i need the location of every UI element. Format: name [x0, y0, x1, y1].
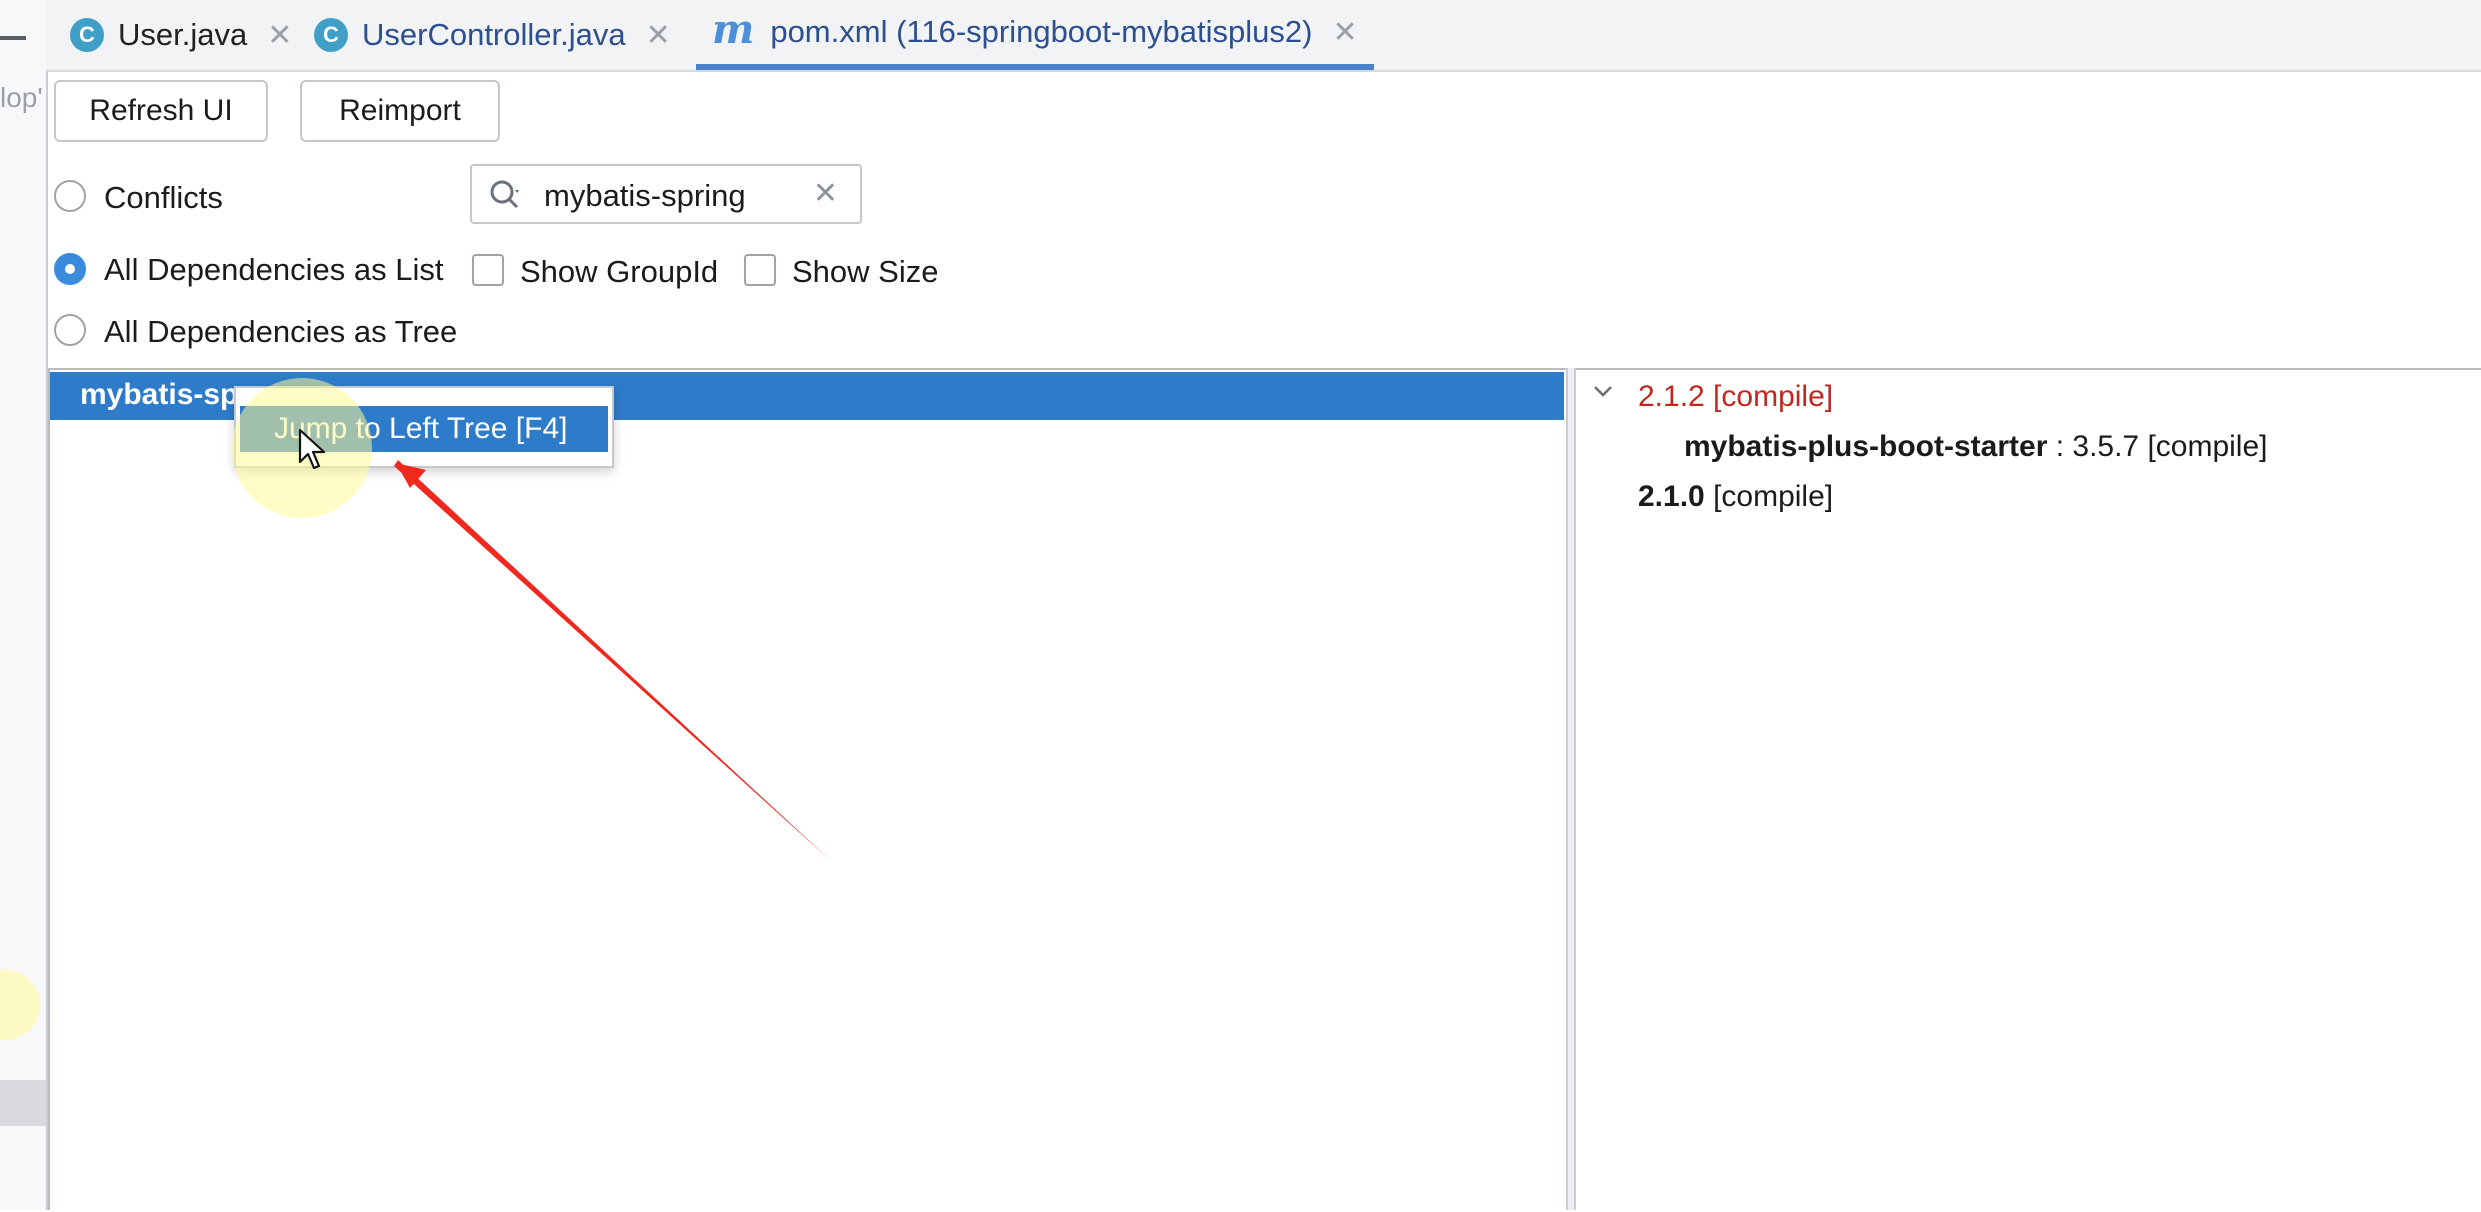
resolved-version-node[interactable]: 2.1.0 [compile]	[1638, 480, 1833, 514]
cursor-highlight	[0, 970, 40, 1040]
close-icon[interactable]: ✕	[1332, 15, 1357, 50]
parent-dependency-version: : 3.5.7 [compile]	[2047, 430, 2268, 463]
parent-dependency-name: mybatis-plus-boot-starter	[1684, 430, 2048, 463]
all-dependencies-list-radio[interactable]	[54, 253, 86, 285]
left-gutter: lop'	[0, 0, 48, 1210]
reimport-button[interactable]: Reimport	[300, 80, 500, 142]
editor-tab-bar: C User.java ✕ C UserController.java ✕ m …	[46, 0, 2481, 72]
mouse-cursor-icon	[298, 428, 326, 470]
clear-search-icon[interactable]: ✕	[813, 176, 838, 211]
gutter-cut-text: lop'	[0, 82, 43, 113]
minimize-icon[interactable]	[0, 36, 26, 40]
search-input[interactable]: mybatis-spring ✕	[470, 164, 862, 224]
close-icon[interactable]: ✕	[646, 18, 671, 53]
show-groupid-checkbox[interactable]	[472, 254, 504, 286]
close-icon[interactable]: ✕	[267, 18, 292, 53]
tab-pom-xml[interactable]: m pom.xml (116-springboot-mybatisplus2) …	[696, 0, 1374, 70]
search-icon	[490, 180, 519, 209]
panel-splitter[interactable]	[1566, 368, 1576, 1210]
dependency-name: mybatis-sp	[80, 378, 239, 411]
java-class-icon: C	[314, 18, 348, 52]
tab-user-java[interactable]: C User.java ✕	[70, 0, 292, 70]
conflict-version-node[interactable]: 2.1.2 [compile]	[1638, 380, 1833, 414]
chevron-down-icon[interactable]	[1592, 380, 1614, 402]
jump-to-left-tree-menu-item[interactable]: Jump to Left Tree [F4]	[240, 406, 608, 452]
tab-usercontroller-java[interactable]: C UserController.java ✕	[314, 0, 671, 70]
dependency-list-panel	[48, 368, 1568, 1210]
conflicts-label: Conflicts	[104, 180, 223, 215]
tab-label: User.java	[118, 17, 248, 52]
all-dependencies-list-label: All Dependencies as List	[104, 252, 444, 287]
resolved-version: 2.1.0	[1638, 480, 1705, 513]
show-size-checkbox[interactable]	[744, 254, 776, 286]
gutter-block	[0, 1080, 46, 1126]
conflicts-radio[interactable]	[54, 180, 86, 212]
all-dependencies-tree-radio[interactable]	[54, 314, 86, 346]
show-size-label: Show Size	[792, 254, 939, 289]
refresh-ui-button[interactable]: Refresh UI	[54, 80, 268, 142]
parent-dependency-node[interactable]: mybatis-plus-boot-starter : 3.5.7 [compi…	[1684, 430, 2267, 464]
resolved-scope: [compile]	[1704, 480, 1834, 513]
maven-icon: m	[712, 5, 755, 53]
java-class-icon: C	[70, 18, 104, 52]
tab-label: UserController.java	[362, 17, 626, 52]
search-value: mybatis-spring	[544, 178, 746, 213]
all-dependencies-tree-label: All Dependencies as Tree	[104, 314, 458, 349]
tab-label: pom.xml (116-springboot-mybatisplus2)	[770, 14, 1313, 49]
context-menu: Jump to Left Tree [F4]	[234, 386, 614, 468]
show-groupid-label: Show GroupId	[520, 254, 719, 289]
